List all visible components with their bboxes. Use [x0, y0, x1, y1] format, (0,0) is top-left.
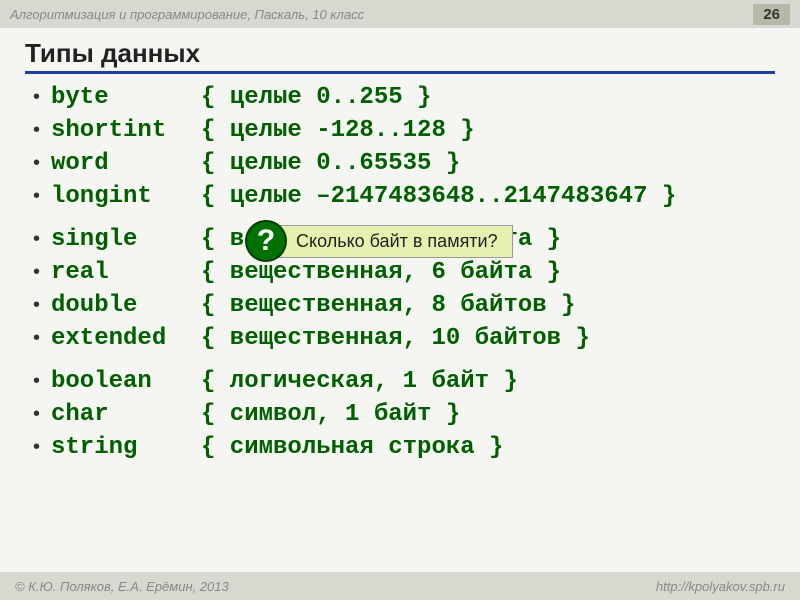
bullet-icon: • — [33, 437, 51, 457]
bullet-icon: • — [33, 120, 51, 140]
bullet-icon: • — [33, 262, 51, 282]
type-name: string — [51, 434, 201, 461]
type-row: •byte{ целые 0..255 } — [33, 84, 775, 111]
type-comment: { целые 0..255 } — [201, 84, 431, 111]
type-name: boolean — [51, 368, 201, 395]
type-name: single — [51, 226, 201, 253]
question-icon: ? — [245, 220, 287, 262]
type-row: •string{ символьная строка } — [33, 434, 775, 461]
slide-content: Типы данных •byte{ целые 0..255 }•shorti… — [0, 28, 800, 461]
type-list: •byte{ целые 0..255 }•shortint{ целые -1… — [25, 84, 775, 461]
type-name: char — [51, 401, 201, 428]
type-row: •char{ символ, 1 байт } — [33, 401, 775, 428]
type-row: •real{ вещественная, 6 байта } — [33, 259, 775, 286]
type-name: byte — [51, 84, 201, 111]
type-comment: { вещественная, 8 байтов } — [201, 292, 575, 319]
type-row: •shortint{ целые -128..128 } — [33, 117, 775, 144]
page-number: 26 — [753, 4, 790, 25]
bullet-icon: • — [33, 295, 51, 315]
bullet-icon: • — [33, 371, 51, 391]
type-row: •boolean{ логическая, 1 байт } — [33, 368, 775, 395]
slide-footer: © К.Ю. Поляков, Е.А. Ерёмин, 2013 http:/… — [0, 572, 800, 600]
type-name: shortint — [51, 117, 201, 144]
type-row: •double{ вещественная, 8 байтов } — [33, 292, 775, 319]
type-name: real — [51, 259, 201, 286]
type-comment: { символьная строка } — [201, 434, 503, 461]
type-name: double — [51, 292, 201, 319]
bullet-icon: • — [33, 87, 51, 107]
type-row: •word{ целые 0..65535 } — [33, 150, 775, 177]
bullet-icon: • — [33, 404, 51, 424]
type-row: •single{ вещественная, 4 байта }?Сколько… — [33, 226, 775, 253]
bullet-icon: • — [33, 229, 51, 249]
bullet-icon: • — [33, 328, 51, 348]
type-comment: { логическая, 1 байт } — [201, 368, 518, 395]
type-comment: { вещественная, 10 байтов } — [201, 325, 590, 352]
question-callout: ?Сколько байт в памяти? — [245, 220, 513, 262]
type-comment: { символ, 1 байт } — [201, 401, 460, 428]
course-title: Алгоритмизация и программирование, Паска… — [10, 7, 364, 22]
type-row: •extended{ вещественная, 10 байтов } — [33, 325, 775, 352]
type-comment: { целые 0..65535 } — [201, 150, 460, 177]
question-text: Сколько байт в памяти? — [277, 225, 513, 258]
bullet-icon: • — [33, 153, 51, 173]
type-comment: { целые –2147483648..2147483647 } — [201, 183, 676, 210]
type-name: longint — [51, 183, 201, 210]
type-comment: { целые -128..128 } — [201, 117, 475, 144]
type-row: •longint{ целые –2147483648..2147483647 … — [33, 183, 775, 210]
type-comment: { вещественная, 6 байта } — [201, 259, 561, 286]
bullet-icon: • — [33, 186, 51, 206]
slide-title: Типы данных — [25, 38, 775, 74]
type-name: extended — [51, 325, 201, 352]
slide-header: Алгоритмизация и программирование, Паска… — [0, 0, 800, 28]
type-name: word — [51, 150, 201, 177]
copyright: © К.Ю. Поляков, Е.А. Ерёмин, 2013 — [15, 579, 229, 594]
footer-url: http://kpolyakov.spb.ru — [656, 579, 785, 594]
